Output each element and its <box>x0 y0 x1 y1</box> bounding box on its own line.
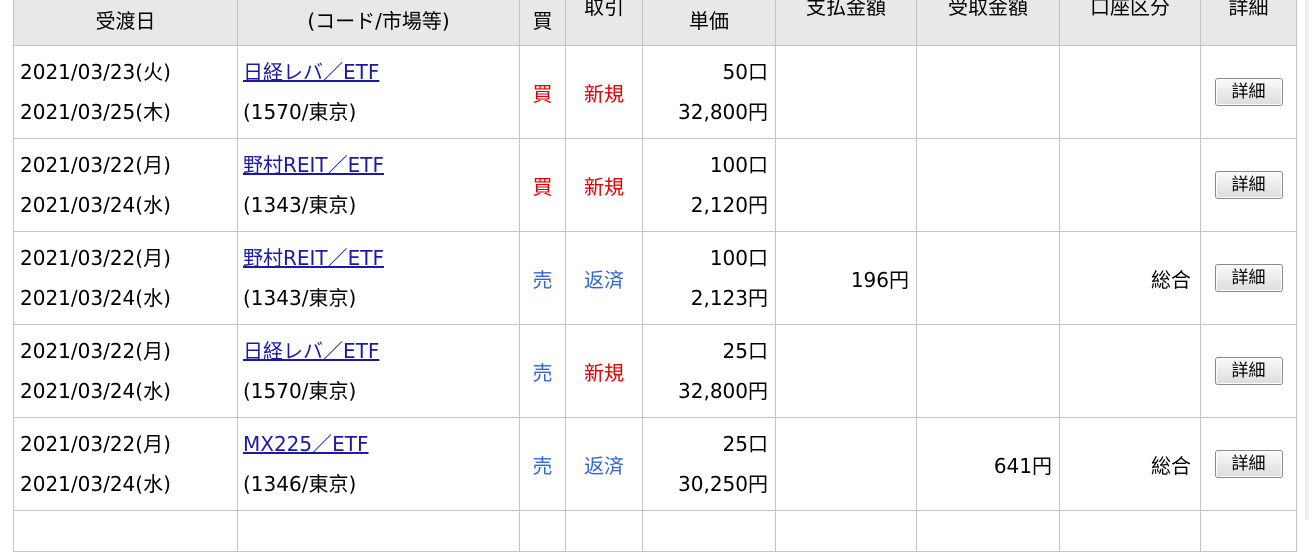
detail-cell: 詳細 <box>1200 45 1297 139</box>
security-link[interactable]: 野村REIT／ETF <box>243 153 384 177</box>
price-cell: 25口 32,800円 <box>642 324 776 418</box>
date-cell: 2021/03/22(月) 2021/03/24(水) <box>13 324 238 418</box>
security-cell: 日経レバ／ETF (1570/東京) <box>237 45 520 139</box>
security-cell: MX225／ETF (1346/東京) <box>237 417 520 511</box>
detail-cell: 詳細 <box>1200 324 1297 418</box>
pay-amount <box>775 138 917 232</box>
header-detail: 詳細 <box>1200 0 1297 46</box>
kind-cell: 新規 <box>565 324 643 418</box>
receive-amount: 641円 <box>916 417 1060 511</box>
quantity: 100口 <box>709 246 768 270</box>
scrollbar[interactable] <box>1305 0 1309 520</box>
settle-date: 2021/03/24(水) <box>20 193 171 217</box>
date-cell: 2021/03/22(月) 2021/03/24(水) <box>13 231 238 325</box>
settle-date: 2021/03/24(水) <box>20 286 171 310</box>
order-date: 2021/03/22(月) <box>20 153 171 177</box>
price-cell: 100口 2,120円 <box>642 138 776 232</box>
header-date: 受渡日 <box>13 0 238 46</box>
account-type: 総合 <box>1059 417 1201 511</box>
kind-cell: 新規 <box>565 138 643 232</box>
side-cell: 売 <box>519 231 566 325</box>
price-cell: 25口 30,250円 <box>642 417 776 511</box>
account-type <box>1059 138 1201 232</box>
header-side: 買 <box>519 0 566 46</box>
quantity: 25口 <box>722 339 768 363</box>
date-cell: 2021/03/23(火) 2021/03/25(木) <box>13 45 238 139</box>
receive-amount <box>916 138 1060 232</box>
security-code: (1570/東京) <box>243 100 357 124</box>
detail-cell: 詳細 <box>1200 138 1297 232</box>
receive-amount <box>916 324 1060 418</box>
table-row: 2021/03/22(月) 2021/03/24(水) 野村REIT／ETF (… <box>13 231 1297 325</box>
unit-price: 2,120円 <box>690 193 768 217</box>
security-link[interactable]: MX225／ETF <box>243 432 369 456</box>
receive-amount <box>916 45 1060 139</box>
header-receive: 受取金額 <box>916 0 1060 46</box>
table-row: 2021/03/22(月) 2021/03/24(水) MX225／ETF (1… <box>13 417 1297 511</box>
order-date: 2021/03/22(月) <box>20 432 171 456</box>
security-code: (1570/東京) <box>243 379 357 403</box>
header-account: 口座区分 <box>1059 0 1201 46</box>
header-pay: 支払金額 <box>775 0 917 46</box>
side-cell: 買 <box>519 45 566 139</box>
pay-amount <box>775 45 917 139</box>
price-cell: 100口 2,123円 <box>642 231 776 325</box>
side-cell: 売 <box>519 417 566 511</box>
price-cell: 50口 32,800円 <box>642 45 776 139</box>
trade-history-table: 受渡日 (コード/市場等) 買 取引 単価 支払金額 受取金額 口座区分 詳細 … <box>13 0 1297 552</box>
quantity: 100口 <box>709 153 768 177</box>
kind-cell: 返済 <box>565 231 643 325</box>
settle-date: 2021/03/24(水) <box>20 379 171 403</box>
security-cell: 日経レバ／ETF (1570/東京) <box>237 324 520 418</box>
kind-cell: 新規 <box>565 45 643 139</box>
security-code: (1343/東京) <box>243 286 357 310</box>
unit-price: 2,123円 <box>690 286 768 310</box>
header-kind: 取引 <box>565 0 643 46</box>
quantity: 25口 <box>722 432 768 456</box>
detail-button[interactable]: 詳細 <box>1214 264 1283 292</box>
order-date: 2021/03/22(月) <box>20 339 171 363</box>
security-code: (1343/東京) <box>243 193 357 217</box>
security-link[interactable]: 日経レバ／ETF <box>243 339 379 363</box>
table-row: 2021/03/22(月) 2021/03/24(水) 日経レバ／ETF (15… <box>13 324 1297 418</box>
security-cell: 野村REIT／ETF (1343/東京) <box>237 231 520 325</box>
order-date: 2021/03/23(火) <box>20 60 171 84</box>
header-name: (コード/市場等) <box>237 0 520 46</box>
table-row: 2021/03/22(月) 2021/03/24(水) 野村REIT／ETF (… <box>13 138 1297 232</box>
settle-date: 2021/03/24(水) <box>20 472 171 496</box>
pay-amount <box>775 417 917 511</box>
table-row: 2021/03/23(火) 2021/03/25(木) 日経レバ／ETF (15… <box>13 45 1297 139</box>
table-row <box>13 510 1297 552</box>
pay-amount: 196円 <box>775 231 917 325</box>
date-cell: 2021/03/22(月) 2021/03/24(水) <box>13 417 238 511</box>
detail-button[interactable]: 詳細 <box>1214 450 1283 478</box>
detail-button[interactable]: 詳細 <box>1214 357 1283 385</box>
account-type <box>1059 324 1201 418</box>
side-cell: 売 <box>519 324 566 418</box>
security-code: (1346/東京) <box>243 472 357 496</box>
unit-price: 32,800円 <box>678 100 768 124</box>
quantity: 50口 <box>722 60 768 84</box>
detail-button[interactable]: 詳細 <box>1214 78 1283 106</box>
header-row: 受渡日 (コード/市場等) 買 取引 単価 支払金額 受取金額 口座区分 詳細 <box>13 0 1297 46</box>
unit-price: 30,250円 <box>678 472 768 496</box>
detail-button[interactable]: 詳細 <box>1214 171 1283 199</box>
security-link[interactable]: 野村REIT／ETF <box>243 246 384 270</box>
header-price: 単価 <box>642 0 776 46</box>
receive-amount <box>916 231 1060 325</box>
unit-price: 32,800円 <box>678 379 768 403</box>
account-type <box>1059 45 1201 139</box>
account-type: 総合 <box>1059 231 1201 325</box>
kind-cell: 返済 <box>565 417 643 511</box>
detail-cell: 詳細 <box>1200 417 1297 511</box>
side-cell: 買 <box>519 138 566 232</box>
date-cell: 2021/03/22(月) 2021/03/24(水) <box>13 138 238 232</box>
security-link[interactable]: 日経レバ／ETF <box>243 60 379 84</box>
order-date: 2021/03/22(月) <box>20 246 171 270</box>
pay-amount <box>775 324 917 418</box>
settle-date: 2021/03/25(木) <box>20 100 171 124</box>
detail-cell: 詳細 <box>1200 231 1297 325</box>
security-cell: 野村REIT／ETF (1343/東京) <box>237 138 520 232</box>
